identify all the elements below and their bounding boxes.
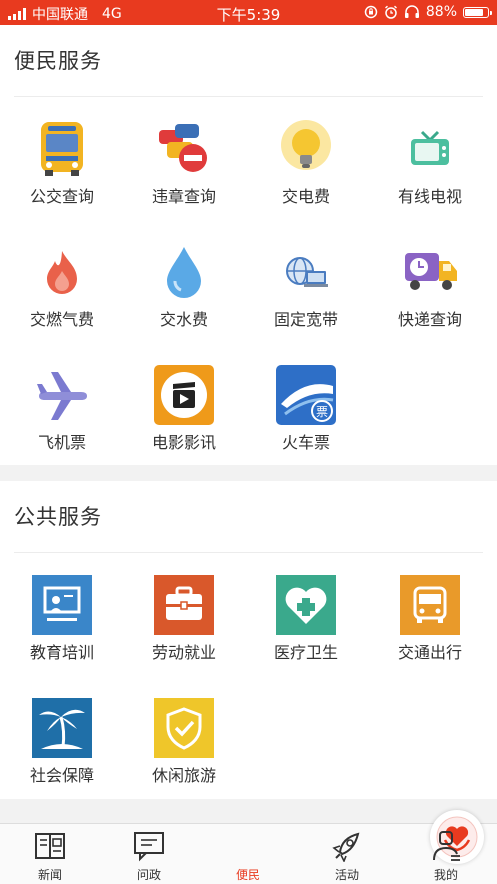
headphones-icon xyxy=(404,5,419,18)
broadband-icon xyxy=(275,241,337,303)
service-label: 劳动就业 xyxy=(151,643,216,662)
service-water-bill[interactable]: 交水费 xyxy=(124,241,244,330)
service-bus-query[interactable]: 公交查询 xyxy=(2,118,122,207)
service-label: 交通出行 xyxy=(397,643,462,662)
tab-convenience[interactable]: 便民 xyxy=(208,810,484,883)
service-label: 飞机票 xyxy=(37,433,86,452)
battery-fill xyxy=(465,8,483,16)
tab-label: 新闻 xyxy=(37,868,62,882)
bottom-tab-bar: 新闻 问政 便民 活动 我的 xyxy=(0,810,497,884)
service-label: 交燃气费 xyxy=(29,310,94,329)
tab-label: 活动 xyxy=(334,868,359,882)
palm-tree-icon xyxy=(31,697,93,759)
service-label: 医疗卫生 xyxy=(273,643,338,662)
user-icon xyxy=(429,830,463,862)
medical-heart-icon xyxy=(275,574,337,636)
rocket-icon xyxy=(330,830,364,863)
delivery-truck-icon xyxy=(399,241,461,303)
tab-inquiry[interactable]: 问政 xyxy=(109,830,189,883)
tab-label: 我的 xyxy=(433,868,458,882)
service-label: 有线电视 xyxy=(397,187,462,206)
service-employment[interactable]: 劳动就业 xyxy=(124,574,244,663)
tv-icon xyxy=(399,118,461,180)
service-label: 教育培训 xyxy=(29,643,94,662)
service-label: 快递查询 xyxy=(397,310,462,329)
svg-text:票: 票 xyxy=(316,405,328,419)
section-title: 公共服务 xyxy=(14,505,102,529)
inquiry-icon xyxy=(132,830,166,862)
bus-front-icon xyxy=(399,574,461,636)
service-label: 休闲旅游 xyxy=(151,766,216,785)
education-icon xyxy=(31,574,93,636)
service-leisure-travel[interactable]: 休闲旅游 xyxy=(124,697,244,786)
service-social-security[interactable]: 社会保障 xyxy=(2,697,122,786)
service-label: 火车票 xyxy=(281,433,330,452)
service-movie-info[interactable]: 电影影讯 xyxy=(124,364,244,453)
battery-percent: 88% xyxy=(425,4,457,20)
service-electric-bill[interactable]: 交电费 xyxy=(246,118,366,207)
service-label: 社会保障 xyxy=(29,766,94,785)
lightbulb-icon xyxy=(275,118,337,180)
service-gas-bill[interactable]: 交燃气费 xyxy=(2,241,122,330)
train-ticket-icon: 票 xyxy=(275,364,337,426)
public-services-section: 公共服务 教育培训 劳动就业 医疗卫生 交通出行 社会保障 休闲旅游 xyxy=(0,481,497,799)
service-label: 固定宽带 xyxy=(273,310,338,329)
service-label: 公交查询 xyxy=(29,187,94,206)
service-transportation[interactable]: 交通出行 xyxy=(370,574,490,663)
flame-icon xyxy=(31,241,93,303)
service-label: 交电费 xyxy=(281,187,330,206)
shield-check-icon xyxy=(153,697,215,759)
section-title: 便民服务 xyxy=(14,49,102,73)
divider xyxy=(14,552,483,553)
tab-profile[interactable]: 我的 xyxy=(406,830,486,883)
divider xyxy=(14,96,483,97)
service-education[interactable]: 教育培训 xyxy=(2,574,122,663)
tab-activities[interactable]: 活动 xyxy=(307,830,387,883)
battery-icon xyxy=(463,6,492,18)
service-broadband[interactable]: 固定宽带 xyxy=(246,241,366,330)
airplane-icon xyxy=(31,364,93,426)
service-violation-query[interactable]: 违章查询 xyxy=(124,118,244,207)
tab-label: 问政 xyxy=(136,868,161,882)
status-bar: 中国联通 4G 下午5:39 88% xyxy=(0,0,497,25)
service-train-ticket[interactable]: 票 火车票 xyxy=(246,364,366,453)
tab-label: 便民 xyxy=(235,868,260,882)
tab-news[interactable]: 新闻 xyxy=(10,830,90,883)
service-express-query[interactable]: 快递查询 xyxy=(370,241,490,330)
service-medical[interactable]: 医疗卫生 xyxy=(246,574,366,663)
service-label: 违章查询 xyxy=(151,187,216,206)
service-flight-ticket[interactable]: 飞机票 xyxy=(2,364,122,453)
alarm-icon xyxy=(384,5,397,19)
water-drop-icon xyxy=(153,241,215,303)
briefcase-icon xyxy=(153,574,215,636)
convenience-services-section: 便民服务 公交查询 违章查询 交电费 有线电视 交燃气费 交水费 固定宽带 快递… xyxy=(0,25,497,465)
status-right: 88% xyxy=(364,4,492,20)
service-label: 电影影讯 xyxy=(151,433,216,452)
traffic-violation-icon xyxy=(153,118,215,180)
movie-clapper-icon xyxy=(153,364,215,426)
orientation-lock-icon xyxy=(364,5,378,19)
news-icon xyxy=(33,830,67,862)
service-cable-tv[interactable]: 有线电视 xyxy=(370,118,490,207)
service-label: 交水费 xyxy=(159,310,208,329)
bus-icon xyxy=(31,118,93,180)
